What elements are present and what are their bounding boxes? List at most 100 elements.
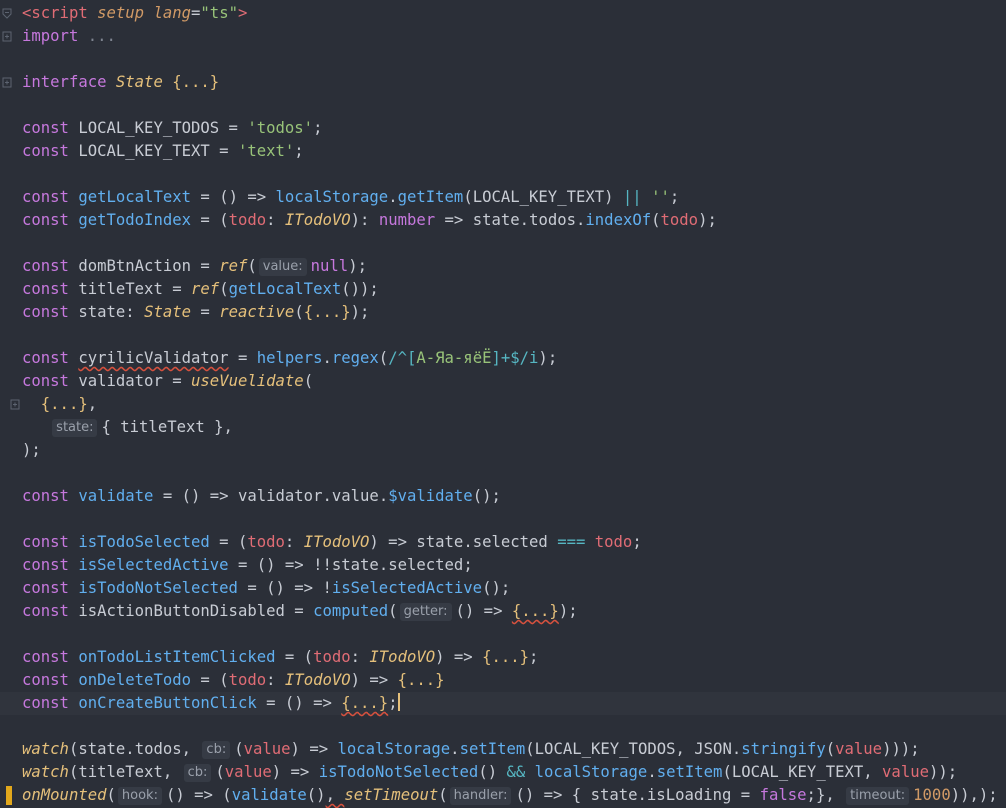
semicolon: ;	[313, 119, 323, 137]
semicolon: ;	[669, 188, 680, 206]
code-line[interactable]: const validator = useVuelidate(	[0, 370, 1006, 393]
code-line[interactable]: <script setup lang="ts">	[0, 2, 1006, 25]
dot: .	[378, 556, 389, 574]
comma: ,	[863, 763, 883, 781]
object-ref: JSON	[694, 740, 732, 758]
arrow: =>	[474, 602, 512, 620]
paren: ()	[306, 786, 326, 804]
semicolon: ;	[529, 648, 539, 666]
code-line[interactable]: {...},	[0, 393, 1006, 416]
code-line[interactable]: const isSelectedActive = () => !!state.s…	[0, 554, 1006, 577]
function-name: onDeleteTodo	[78, 671, 192, 689]
code-line[interactable]: const onDeleteTodo = (todo: ITodoVO) => …	[0, 669, 1006, 692]
code-editor[interactable]: <script setup lang="ts"> import ... inte…	[0, 0, 1006, 808]
code-line[interactable]: const state: State = reactive({...});	[0, 301, 1006, 324]
code-line[interactable]: const validate = () => validator.value.$…	[0, 485, 1006, 508]
paren: (	[219, 280, 229, 298]
folded-block[interactable]: {...}	[512, 602, 559, 620]
folded-block[interactable]: {...}	[398, 671, 445, 689]
type-name: ITodoVO	[303, 533, 370, 551]
object-ref: titleText	[78, 763, 163, 781]
code-line[interactable]: const cyrilicValidator = helpers.regex(/…	[0, 347, 1006, 370]
code-line[interactable]: const getLocalText = () => localStorage.…	[0, 186, 1006, 209]
fold-toggle-icon[interactable]	[2, 77, 12, 88]
operator: ||	[613, 188, 652, 206]
attr-lang: lang	[153, 4, 192, 22]
code-line[interactable]: const LOCAL_KEY_TEXT = 'text';	[0, 140, 1006, 163]
operator: =	[731, 786, 760, 804]
change-marker[interactable]	[6, 786, 12, 805]
fold-toggle-icon[interactable]	[2, 31, 12, 42]
folded-block[interactable]: {...}	[482, 648, 529, 666]
object-ref: state	[472, 211, 520, 229]
code-line[interactable]: import ...	[0, 25, 1006, 48]
paren: (	[303, 648, 314, 666]
function-call: isTodoNotSelected	[318, 763, 479, 781]
property: titleText	[120, 418, 205, 436]
keyword: import	[22, 27, 79, 45]
code-line[interactable]: const onTodoListItemClicked = (todo: ITo…	[0, 646, 1006, 669]
comma: ,	[675, 740, 695, 758]
tag-name: script	[31, 4, 88, 22]
paren: )	[360, 280, 370, 298]
params: ()	[181, 487, 201, 505]
folded-block[interactable]: {...}	[304, 303, 351, 321]
code-line[interactable]: const getTodoIndex = (todo: ITodoVO): nu…	[0, 209, 1006, 232]
code-line[interactable]: const isTodoSelected = (todo: ITodoVO) =…	[0, 531, 1006, 554]
const-name: state	[78, 303, 126, 321]
keyword: const	[22, 556, 69, 574]
folded-block[interactable]: {...}	[341, 694, 388, 712]
property: todos	[529, 211, 577, 229]
code-line[interactable]: const domBtnAction = ref(value: null);	[0, 255, 1006, 278]
brace: }	[815, 786, 826, 804]
paren: (	[388, 602, 398, 620]
paren: (	[651, 211, 661, 229]
code-line[interactable]: const isActionButtonDisabled = computed(…	[0, 600, 1006, 623]
function-name: onTodoListItemClicked	[78, 648, 276, 666]
object-ref: state	[590, 786, 638, 804]
method-call: $validate	[388, 487, 473, 505]
paren: ()	[341, 280, 361, 298]
semicolon: ;	[806, 786, 816, 804]
function-call: watch	[22, 763, 69, 781]
code-line[interactable]: const titleText = ref(getLocalText());	[0, 278, 1006, 301]
parameter: todo	[228, 671, 267, 689]
code-line[interactable]: watch(state.todos, cb: (value) => localSt…	[0, 738, 1006, 761]
folded-block[interactable]: {...}	[41, 395, 88, 413]
semicolon: ;	[500, 579, 511, 597]
code-line-current[interactable]: const onCreateButtonClick = () => {...};	[0, 692, 1006, 715]
paren: (	[247, 257, 257, 275]
method-call: setItem	[656, 763, 723, 781]
params: ()	[455, 602, 475, 620]
code-line[interactable]: interface State {...}	[0, 71, 1006, 94]
code-line[interactable]: const LOCAL_KEY_TODOS = 'todos';	[0, 117, 1006, 140]
code-line[interactable]: const isTodoNotSelected = () => !isSelec…	[0, 577, 1006, 600]
parameter-hint: timeout:	[846, 787, 910, 805]
argument: todo	[594, 533, 633, 551]
paren: (	[722, 763, 732, 781]
semicolon: ;	[357, 257, 367, 275]
folded-block[interactable]: {...}	[172, 73, 219, 91]
paren: (	[825, 740, 836, 758]
fold-toggle-icon[interactable]	[2, 8, 12, 19]
code-line[interactable]: watch(titleText, cb: (value) => isTodoNot…	[0, 761, 1006, 784]
keyword: const	[22, 257, 69, 275]
argument: value	[835, 740, 883, 758]
folded-imports[interactable]: ...	[78, 27, 116, 45]
tag-close: >	[237, 4, 248, 22]
paren: ()	[472, 487, 492, 505]
code-line[interactable]: onMounted(hook:() => (validate(), setTim…	[0, 784, 1006, 807]
keyword: const	[22, 487, 69, 505]
paren: (	[219, 211, 229, 229]
parameter: todo	[247, 533, 285, 551]
operator: ===	[547, 533, 595, 551]
code-line[interactable]: state:{ titleText },	[0, 416, 1006, 439]
fold-toggle-icon[interactable]	[10, 399, 20, 410]
argument: LOCAL_KEY_TEXT	[472, 188, 605, 206]
paren: )	[22, 441, 32, 459]
property: selected	[472, 533, 548, 551]
code-line[interactable]: );	[0, 439, 1006, 462]
paren: )));	[882, 740, 920, 758]
operator: =	[275, 648, 304, 666]
